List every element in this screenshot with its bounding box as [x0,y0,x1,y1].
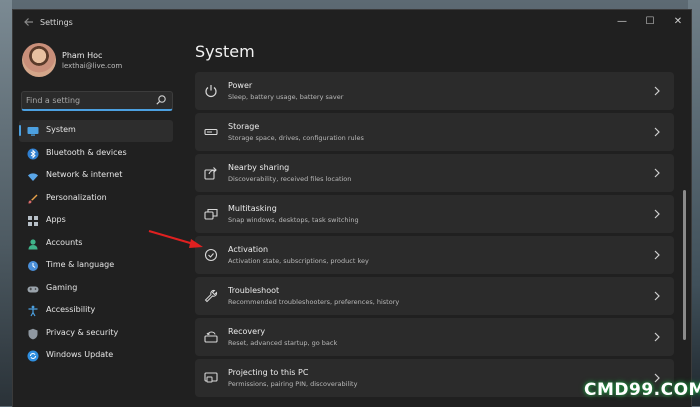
app-title: Settings [40,18,73,27]
card-subtitle: Recommended troubleshooters, preferences… [228,298,400,306]
sidebar-item-time-language[interactable]: Time & language [19,255,173,277]
settings-list: Power Sleep, battery usage, battery save… [195,72,675,407]
wrench-icon [204,289,218,303]
brush-icon [28,194,38,203]
minimize-button[interactable]: — [611,14,633,30]
page-title: System [195,42,255,61]
power-icon [205,85,217,98]
sidebar-item-system[interactable]: System [19,120,173,142]
card-power[interactable]: Power Sleep, battery usage, battery save… [195,72,674,110]
card-activation[interactable]: Activation Activation state, subscriptio… [195,236,674,274]
chevron-right-icon [654,127,660,137]
chevron-right-icon [654,291,660,301]
sidebar-item-label: Bluetooth & devices [46,147,127,157]
card-subtitle: Reset, advanced startup, go back [228,339,338,347]
sidebar-item-label: Time & language [46,260,115,269]
apps-icon [28,216,38,226]
card-troubleshoot[interactable]: Troubleshoot Recommended troubleshooters… [195,277,674,315]
sidebar-item-label: Accounts [46,237,83,247]
avatar[interactable] [22,43,56,77]
user-name: Pham Hoc [62,51,103,60]
card-subtitle: Permissions, pairing PIN, discoverabilit… [228,380,358,388]
maximize-button[interactable]: ☐ [639,14,661,30]
close-button[interactable]: ✕ [667,14,689,30]
search-box[interactable] [21,91,173,111]
chevron-right-icon [654,250,660,260]
card-recovery[interactable]: Recovery Reset, advanced startup, go bac… [195,318,674,356]
scrollbar-thumb[interactable] [683,190,686,340]
title-bar: Settings — ☐ ✕ [13,10,691,38]
person-icon [28,238,38,249]
sidebar-item-windows-update[interactable]: Windows Update [19,345,173,367]
sidebar-item-label: Gaming [46,282,78,292]
share-icon [204,167,217,180]
sidebar-item-network[interactable]: Network & internet [19,165,173,187]
user-email: lexthai@live.com [62,62,123,70]
globe-clock-icon [28,261,38,271]
sidebar-item-label: Privacy & security [46,327,119,337]
card-title: Storage [228,122,260,131]
card-subtitle: Snap windows, desktops, task switching [228,216,359,224]
scrollbar[interactable] [683,72,687,372]
sidebar-item-label: System [46,125,76,134]
card-title: Nearby sharing [228,163,290,172]
back-button[interactable] [21,16,37,32]
check-circle-icon [204,248,218,262]
back-arrow-icon [24,18,33,26]
gamepad-icon [27,286,39,292]
sidebar-item-bluetooth[interactable]: Bluetooth & devices [19,143,173,165]
search-icon[interactable] [155,94,167,106]
settings-window: Settings — ☐ ✕ Pham Hoc lexthai@live.com… [12,9,692,407]
card-subtitle: Storage space, drives, configuration rul… [228,134,364,142]
sidebar-item-label: Network & internet [46,170,123,179]
card-title: Troubleshoot [228,286,280,295]
sidebar-item-gaming[interactable]: Gaming [19,278,173,300]
card-title: Projecting to this PC [228,368,309,377]
shield-icon [28,328,38,339]
recovery-icon [204,331,218,343]
desktop-background-left [0,0,12,406]
monitor-icon [27,127,39,136]
card-title: Activation [228,245,269,254]
sidebar-item-accessibility[interactable]: Accessibility [19,300,173,322]
storage-icon [204,128,218,136]
chevron-right-icon [654,209,660,219]
search-input[interactable] [26,94,154,107]
projecting-icon [204,372,218,383]
chevron-right-icon [654,332,660,342]
sidebar-item-label: Personalization [46,192,107,202]
accessibility-icon [28,305,38,317]
card-subtitle: Activation state, subscriptions, product… [228,257,369,265]
watermark: CMD99.COM [584,380,700,400]
card-storage[interactable]: Storage Storage space, drives, configura… [195,113,674,151]
card-subtitle: Discoverability, received files location [228,175,352,183]
sidebar-item-personalization[interactable]: Personalization [19,188,173,210]
multitask-icon [204,208,218,220]
sidebar-item-label: Accessibility [46,305,96,314]
chevron-right-icon [654,86,660,96]
card-title: Recovery [228,327,266,336]
card-multitasking[interactable]: Multitasking Snap windows, desktops, tas… [195,195,674,233]
update-icon [27,350,39,362]
annotation-arrow-icon [148,230,203,248]
card-subtitle: Sleep, battery usage, battery saver [228,93,344,101]
sidebar-item-label: Apps [46,215,66,224]
card-title: Power [228,81,253,90]
wifi-icon [28,173,38,181]
sidebar-item-privacy[interactable]: Privacy & security [19,323,173,345]
bluetooth-icon [27,148,39,159]
chevron-right-icon [654,168,660,178]
card-title: Multitasking [228,204,277,213]
card-nearby-sharing[interactable]: Nearby sharing Discoverability, received… [195,154,674,192]
sidebar-item-label: Windows Update [46,350,114,359]
